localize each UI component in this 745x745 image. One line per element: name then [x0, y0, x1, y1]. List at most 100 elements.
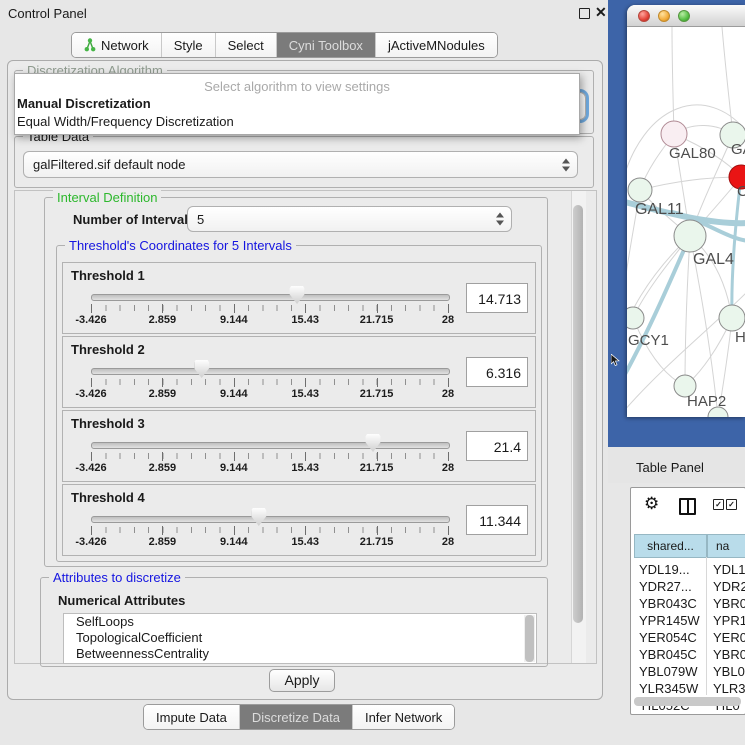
node-label-gal11: GAL11: [635, 201, 684, 218]
slider-track[interactable]: [91, 516, 450, 523]
close-traffic-light-icon[interactable]: [638, 10, 650, 22]
slider-minor-ticks: [91, 527, 449, 533]
node-label-gcy1: GCY1: [628, 332, 669, 349]
table-data-combobox[interactable]: galFiltered.sif default node: [23, 151, 578, 178]
node-gal4[interactable]: [674, 220, 706, 252]
node-gal11[interactable]: [628, 178, 652, 202]
tab-discretize-data[interactable]: Discretize Data: [239, 705, 352, 729]
threshold-2-panel: Threshold 2 -3.426 2.859 9.144 15.43 21.…: [62, 336, 536, 408]
node-label-gal4: GAL4: [693, 251, 734, 268]
tab-select[interactable]: Select: [215, 33, 276, 57]
split-columns-icon[interactable]: [679, 498, 696, 515]
tick-label: 15.43: [291, 314, 319, 326]
table-horizontal-scrollbar[interactable]: [634, 697, 741, 706]
threshold-slider: -3.426 2.859 9.144 15.43 21.715 28: [91, 263, 448, 333]
slider-track[interactable]: [91, 442, 450, 449]
popup-option-equal-width-frequency[interactable]: Equal Width/Frequency Discretization: [17, 114, 234, 129]
table-row[interactable]: YDL19...YDL1: [631, 561, 745, 578]
table-row[interactable]: YDR27...YDR2: [631, 578, 745, 595]
table-row[interactable]: YBL079WYBL0: [631, 663, 745, 680]
slider-minor-ticks: [91, 305, 449, 311]
number-of-intervals-combobox[interactable]: 5: [187, 206, 512, 232]
popup-option-manual-discretization[interactable]: Manual Discretization: [17, 96, 151, 111]
slider-minor-ticks: [91, 379, 449, 385]
node-table: ⚙ ✓ ✓ shared... na YDL19...YDL1 YDR27...…: [630, 487, 745, 715]
slider-track[interactable]: [91, 294, 450, 301]
slider-track[interactable]: [91, 368, 450, 375]
mouse-cursor-icon: [611, 354, 620, 367]
tab-label: Infer Network: [365, 710, 442, 725]
number-of-intervals-label: Number of Intervals: [73, 212, 195, 227]
tick-label: 2.859: [149, 388, 177, 400]
column-divider: [706, 557, 707, 695]
node-gcy1[interactable]: [627, 307, 644, 329]
table-row[interactable]: YLR345WYLR3: [631, 680, 745, 697]
bottom-tabbar: Impute Data Discretize Data Infer Networ…: [143, 704, 455, 730]
slider-minor-ticks: [91, 453, 449, 459]
tab-cyni-toolbox[interactable]: Cyni Toolbox: [276, 33, 375, 57]
close-icon[interactable]: ✕: [595, 4, 607, 21]
node-label-hap2: HAP2: [687, 393, 726, 410]
tick-label: 28: [442, 462, 454, 474]
combobox-value: 5: [197, 212, 204, 227]
tick-label: 21.715: [360, 388, 394, 400]
network-window: GAL80 GA C GAL11 GAL4 GCY1 H HAP2: [627, 5, 745, 417]
network-icon: [84, 38, 96, 52]
node-label-partial: GA: [731, 141, 745, 158]
node-right-mid[interactable]: [719, 305, 745, 331]
popup-prompt: Select algorithm to view settings: [15, 79, 579, 94]
node-gal80[interactable]: [661, 121, 687, 147]
tab-style[interactable]: Style: [161, 33, 215, 57]
node-label-partial: H: [735, 329, 745, 346]
list-item[interactable]: TopologicalCoefficient: [64, 630, 536, 646]
minimize-traffic-light-icon[interactable]: [658, 10, 670, 22]
threshold-value-field[interactable]: 21.4: [466, 431, 528, 461]
group-title: Attributes to discretize: [49, 570, 185, 585]
table-row[interactable]: YBR043CYBR0: [631, 595, 745, 612]
top-tabbar: Network Style Select Cyni Toolbox jActiv…: [71, 32, 498, 58]
apply-button[interactable]: Apply: [269, 669, 335, 692]
tick-label: 9.144: [220, 388, 248, 400]
threshold-value-field[interactable]: 14.713: [466, 283, 528, 313]
control-panel-titlebar: Control Panel: [0, 0, 608, 26]
table-row[interactable]: YPR145WYPR1: [631, 612, 745, 629]
float-window-icon[interactable]: [579, 8, 590, 19]
list-scrollbar-thumb[interactable]: [525, 615, 534, 662]
list-scrollbar-track[interactable]: [524, 615, 535, 662]
table-row[interactable]: YER054CYER0: [631, 629, 745, 646]
tab-label: Style: [174, 38, 203, 53]
slider-thumb[interactable]: [290, 286, 305, 304]
slider-thumb[interactable]: [366, 434, 381, 452]
table-row[interactable]: YBR045CYBR0: [631, 646, 745, 663]
tab-jactivemnodules[interactable]: jActiveMNodules: [375, 33, 497, 57]
algorithm-dropdown-popup: Select algorithm to view settings Manual…: [14, 73, 580, 135]
tick-label: 15.43: [291, 462, 319, 474]
zoom-traffic-light-icon[interactable]: [678, 10, 690, 22]
tick-label: 21.715: [360, 314, 394, 326]
list-item[interactable]: SelfLoops: [64, 614, 536, 630]
node-label-partial: C: [737, 183, 745, 200]
tick-label: -3.426: [75, 462, 106, 474]
tab-infer-network[interactable]: Infer Network: [352, 705, 454, 729]
slider-thumb[interactable]: [194, 360, 209, 378]
slider-thumb[interactable]: [251, 508, 266, 526]
tick-label: 15.43: [291, 388, 319, 400]
tick-label: -3.426: [75, 314, 106, 326]
threshold-value-field[interactable]: 11.344: [466, 505, 528, 535]
group-title: Threshold's Coordinates for 5 Intervals: [65, 238, 296, 253]
settings-scrollbar-thumb[interactable]: [573, 205, 583, 623]
checkbox-icon[interactable]: ✓: [713, 499, 724, 510]
numerical-attributes-label: Numerical Attributes: [58, 593, 185, 608]
column-header-shared-name[interactable]: shared...: [634, 534, 707, 558]
list-item[interactable]: BetweennessCentrality: [64, 646, 536, 662]
table-panel-header: Table Panel: [608, 447, 745, 483]
tick-label: 9.144: [220, 536, 248, 548]
threshold-value-field[interactable]: 6.316: [466, 357, 528, 387]
gear-icon[interactable]: ⚙: [644, 494, 659, 514]
column-header-name[interactable]: na: [707, 534, 745, 558]
tab-label: Discretize Data: [252, 710, 340, 725]
stepper-icon: [496, 213, 504, 226]
tab-impute-data[interactable]: Impute Data: [144, 705, 239, 729]
tab-network[interactable]: Network: [72, 33, 161, 57]
checkbox-icon[interactable]: ✓: [726, 499, 737, 510]
